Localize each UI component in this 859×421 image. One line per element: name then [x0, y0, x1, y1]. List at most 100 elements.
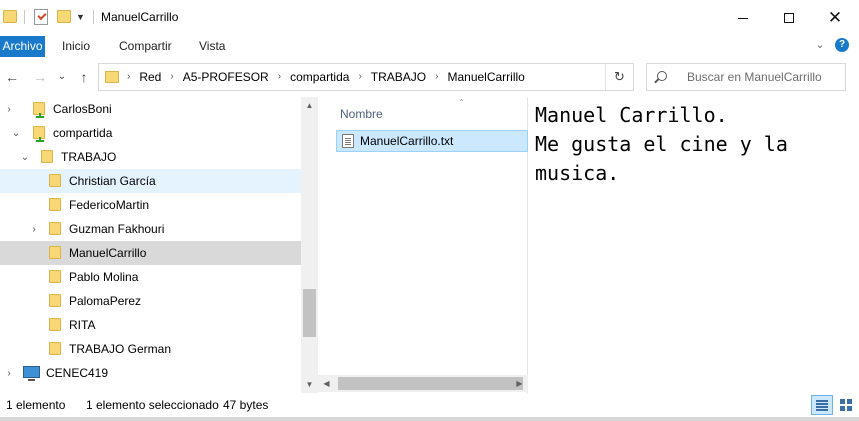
tab-vista[interactable]: Vista [199, 36, 225, 57]
collapse-icon[interactable]: ⌄ [20, 152, 30, 163]
folder-icon [49, 318, 61, 331]
breadcrumb-item[interactable]: ManuelCarrillo [447, 64, 524, 90]
forward-button[interactable]: → [31, 67, 49, 87]
scroll-right-icon[interactable]: ▶ [511, 375, 528, 392]
breadcrumb-separator[interactable]: › [358, 64, 361, 90]
column-name[interactable]: Nombre [340, 107, 383, 121]
tree-item-compartida[interactable]: ⌄ compartida [0, 121, 301, 145]
folder-icon [49, 222, 61, 235]
taskbar-strip [0, 417, 859, 421]
computer-icon [23, 366, 40, 381]
tree-item-label: FedericoMartin [69, 198, 150, 212]
selection-count: 1 elemento seleccionado [86, 398, 219, 412]
minimize-icon [738, 17, 748, 19]
quick-access-separator [93, 10, 94, 24]
tree-item-label: Guzman Fakhouri [69, 222, 165, 236]
scrollbar-thumb[interactable] [303, 289, 316, 337]
breadcrumb-separator[interactable]: › [435, 64, 438, 90]
scroll-down-icon[interactable]: ▼ [301, 376, 318, 393]
tree-item-guzman-fakhouri[interactable]: › Guzman Fakhouri [0, 217, 301, 241]
scroll-left-icon[interactable]: ◀ [318, 375, 335, 392]
tree-item-trabajo-german[interactable]: TRABAJO German [0, 337, 301, 361]
folder-icon [41, 150, 53, 163]
tab-inicio[interactable]: Inicio [62, 36, 90, 57]
large-icons-view-button[interactable] [835, 395, 857, 415]
tab-archivo[interactable]: Archivo [0, 36, 45, 57]
maximize-button[interactable] [766, 0, 812, 36]
properties-icon[interactable] [34, 9, 48, 25]
tree-item-pablo-molina[interactable]: Pablo Molina [0, 265, 301, 289]
shared-folder-icon [33, 126, 45, 142]
recent-locations-button[interactable]: ⌄ [53, 67, 71, 87]
breadcrumb-separator: › [127, 71, 131, 82]
tree-item-label: ManuelCarrillo [69, 246, 147, 260]
folder-icon [49, 294, 61, 307]
back-button[interactable]: ← [3, 67, 21, 87]
column-header[interactable]: ⌃ Nombre [318, 97, 528, 127]
breadcrumb-separator[interactable]: › [170, 64, 173, 90]
expand-ribbon-icon[interactable]: ⌄ [813, 38, 827, 52]
sort-ascending-icon: ⌃ [458, 98, 465, 107]
tree-item-label: CENEC419 [46, 366, 109, 380]
selection-size: 47 bytes [223, 398, 269, 412]
tree-item-label: CarlosBoni [53, 102, 112, 116]
title-bar: ▼ ManuelCarrillo ✕ [0, 0, 859, 36]
preview-content: Manuel Carrillo. Me gusta el cine y la m… [535, 103, 788, 185]
new-folder-icon[interactable] [57, 10, 71, 23]
address-bar[interactable]: › Red › A5-PROFESOR › compartida › TRABA… [98, 63, 634, 91]
file-list-scrollbar[interactable]: ◀ ▶ [318, 375, 528, 392]
folder-icon [49, 198, 61, 211]
tab-compartir[interactable]: Compartir [119, 36, 172, 57]
breadcrumb-separator[interactable]: › [278, 64, 281, 90]
text-file-icon [342, 134, 354, 148]
quick-access-separator [24, 10, 25, 24]
tree-item-label: PalomaPerez [69, 294, 142, 308]
expand-icon[interactable]: › [29, 224, 39, 235]
breadcrumb-item[interactable]: compartida [290, 64, 349, 90]
breadcrumb-item[interactable]: A5-PROFESOR [183, 64, 269, 90]
tree-item-rita[interactable]: RITA [0, 313, 301, 337]
minimize-button[interactable] [720, 0, 766, 36]
navigation-pane-scrollbar[interactable]: ▲ ▼ [301, 97, 318, 393]
expand-icon[interactable]: › [4, 368, 14, 379]
folder-icon [105, 71, 119, 83]
folder-icon [49, 174, 61, 187]
ribbon-controls: ⌄ ? [813, 38, 849, 52]
refresh-button[interactable]: ↻ [605, 64, 633, 90]
up-button[interactable]: ↑ [75, 67, 93, 87]
tree-item-christian-garcia[interactable]: Christian García [0, 169, 301, 193]
tree-item-cenec419[interactable]: › CENEC419 [0, 361, 301, 385]
collapse-icon[interactable]: ⌄ [11, 128, 21, 139]
tree-item-trabajo[interactable]: ⌄ TRABAJO [0, 145, 301, 169]
tree-item-label: TRABAJO German [69, 342, 172, 356]
scrollbar-thumb[interactable] [338, 377, 523, 390]
status-bar: 1 elemento 1 elemento seleccionado 47 by… [0, 393, 859, 417]
details-view-button[interactable] [811, 395, 833, 415]
tree-item-manuelcarrillo[interactable]: ManuelCarrillo [0, 241, 301, 265]
tree-item-label: compartida [53, 126, 113, 140]
breadcrumb-item[interactable]: Red [139, 64, 161, 90]
search-input[interactable]: Buscar en ManuelCarrillo [646, 63, 846, 91]
file-item[interactable]: ManuelCarrillo.txt [336, 130, 528, 152]
customize-quick-access-icon[interactable]: ▼ [76, 12, 85, 22]
tree-item-palomaperez[interactable]: PalomaPerez [0, 289, 301, 313]
tree-item-carlosboni[interactable]: › CarlosBoni [0, 97, 301, 121]
breadcrumb-item[interactable]: TRABAJO [371, 64, 426, 90]
folder-icon [49, 270, 61, 283]
tree-item-label: TRABAJO [61, 150, 117, 164]
tree-item-federicomartin[interactable]: FedericoMartin [0, 193, 301, 217]
item-count: 1 elemento [6, 398, 66, 412]
tree-item-label: Christian García [69, 174, 156, 188]
scroll-up-icon[interactable]: ▲ [301, 97, 318, 114]
ribbon-tabs: Archivo Inicio Compartir Vista ⌄ ? [0, 36, 859, 57]
tree-item-label: RITA [69, 318, 96, 332]
folder-icon [49, 342, 61, 355]
close-button[interactable]: ✕ [812, 0, 858, 36]
navigation-pane: › CarlosBoni ⌄ compartida ⌄ TRABAJO Chri… [0, 97, 301, 393]
search-icon [657, 71, 667, 81]
tree-item-label: Pablo Molina [69, 270, 139, 284]
expand-icon[interactable]: › [4, 104, 14, 115]
file-list: ⌃ Nombre ManuelCarrillo.txt ◀ ▶ [318, 97, 528, 393]
help-icon[interactable]: ? [835, 38, 849, 52]
folder-icon [3, 10, 17, 23]
